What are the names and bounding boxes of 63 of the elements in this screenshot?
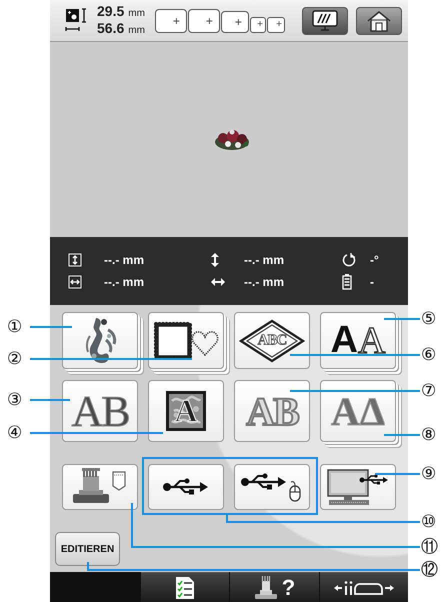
- callout-number: ⑦: [421, 382, 436, 400]
- measurement-value: --.- mm: [244, 253, 285, 267]
- height-icon: [68, 253, 82, 267]
- hoop-size-button[interactable]: +: [250, 16, 266, 32]
- vertical-arrow-icon: [210, 252, 220, 268]
- battery-icon: [342, 274, 352, 290]
- usb-icon: [162, 477, 210, 497]
- leader-line: [30, 326, 72, 328]
- frame-shapes-icon: [153, 320, 219, 360]
- category-button[interactable]: [320, 464, 396, 510]
- horizontal-arrow-icon: [210, 277, 226, 287]
- category-button[interactable]: A: [148, 380, 224, 442]
- callout-number: ⑪: [421, 538, 438, 556]
- size-icon: [65, 8, 89, 34]
- callout-number: ⑨: [421, 465, 436, 483]
- frame-move-icon: [332, 580, 395, 596]
- rotate-icon: [342, 253, 356, 267]
- home-icon: [366, 10, 392, 32]
- monitor-icon: [311, 10, 339, 32]
- home-button[interactable]: [356, 6, 402, 34]
- measurement-value: --.- mm: [104, 275, 145, 289]
- callout-number: ⑫: [421, 561, 438, 579]
- callout-number: ③: [7, 391, 22, 409]
- callout-number: ⑧: [421, 426, 436, 444]
- width-icon: [68, 275, 82, 289]
- category-button[interactable]: [234, 464, 310, 510]
- measurement-value: --.- mm: [244, 275, 285, 289]
- dimension-value: 56.6: [97, 20, 124, 36]
- hoop-size-button[interactable]: +: [154, 8, 187, 32]
- callout-number: ⑥: [421, 346, 436, 364]
- leader-line: [375, 473, 420, 475]
- category-button[interactable]: ABC: [234, 312, 310, 369]
- flower-design-icon: [213, 128, 251, 152]
- category-button[interactable]: AB: [62, 380, 138, 442]
- measurement-value: -°: [370, 253, 380, 267]
- unit-label: mm: [128, 24, 145, 36]
- measurement-value: --.- mm: [104, 253, 145, 267]
- callout-number: ⑤: [421, 310, 436, 328]
- leader-line: [384, 434, 420, 436]
- hoop-size-button[interactable]: +: [220, 10, 249, 32]
- leader-line: [30, 399, 70, 401]
- checklist-button[interactable]: [141, 572, 230, 602]
- measurement-value: -: [370, 275, 375, 289]
- help-button[interactable]: ?: [230, 572, 319, 602]
- category-button[interactable]: [62, 464, 138, 510]
- dimension-value: 29.5: [97, 2, 124, 18]
- hoop-size-button[interactable]: +: [188, 8, 220, 32]
- diamond-frame-icon: [239, 318, 305, 362]
- callout-number: ②: [7, 350, 22, 368]
- ornament-square-icon: [166, 391, 206, 431]
- unit-label: mm: [128, 8, 145, 18]
- machine-icon: [254, 576, 278, 600]
- callout-number: ④: [7, 424, 22, 442]
- edit-button[interactable]: EDITIEREN: [55, 532, 120, 566]
- checklist-icon: [175, 576, 196, 600]
- frame-move-button[interactable]: [320, 572, 408, 602]
- leader-line: [384, 318, 420, 320]
- hoop-size-button[interactable]: +: [266, 16, 285, 32]
- computer-usb-icon: [326, 468, 390, 506]
- callout-number: ⑩: [421, 513, 436, 531]
- stitch-view-button[interactable]: [302, 6, 348, 34]
- callout-number: ①: [7, 318, 22, 336]
- category-button[interactable]: [148, 464, 224, 510]
